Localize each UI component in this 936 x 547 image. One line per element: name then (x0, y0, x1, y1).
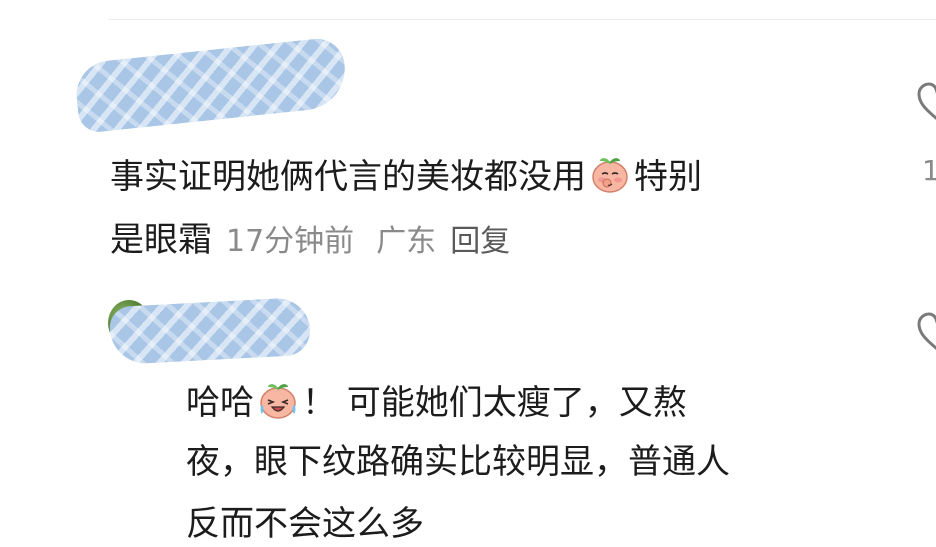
peach-crying-laugh-emoji-icon (260, 384, 296, 419)
peach-shy-emoji-icon (592, 158, 628, 193)
redacted-username-2 (108, 296, 312, 366)
comment-2-text: 哈哈 (186, 383, 254, 423)
comment-1-time: 17分钟前 (226, 224, 355, 259)
comment-1-text-cont: 特别 (634, 157, 702, 197)
comment-2-text-line-2: 夜，眼下纹路确实比较明显，普通人 (186, 442, 730, 482)
comment-1-reply-button[interactable]: 回复 (450, 224, 510, 259)
comment-1-region: 广东 (376, 224, 437, 259)
comment-1-text: 事实证明她俩代言的美妆都没用 (110, 157, 586, 197)
redacted-username-1 (73, 36, 349, 134)
comment-1-text-line-2: 是眼霜 17分钟前 广东 回复 (110, 218, 510, 264)
like-heart-icon[interactable] (916, 310, 936, 354)
comment-1-text-end: 是眼霜 (110, 220, 212, 260)
comment-2-text-line-3: 反而不会这么多 (186, 504, 424, 544)
comment-1-text-line-1: 事实证明她俩代言的美妆都没用 特别 (110, 152, 702, 199)
comment-2-text-cont: ！ 可能她们太瘦了，又熬 (302, 383, 687, 423)
comment-2-text-line-1: 哈哈 ！ 可能她们太瘦了，又熬 (186, 378, 687, 425)
comment-1-like-count: 1 (922, 154, 936, 187)
top-divider (108, 19, 936, 20)
like-heart-icon[interactable] (916, 80, 936, 124)
